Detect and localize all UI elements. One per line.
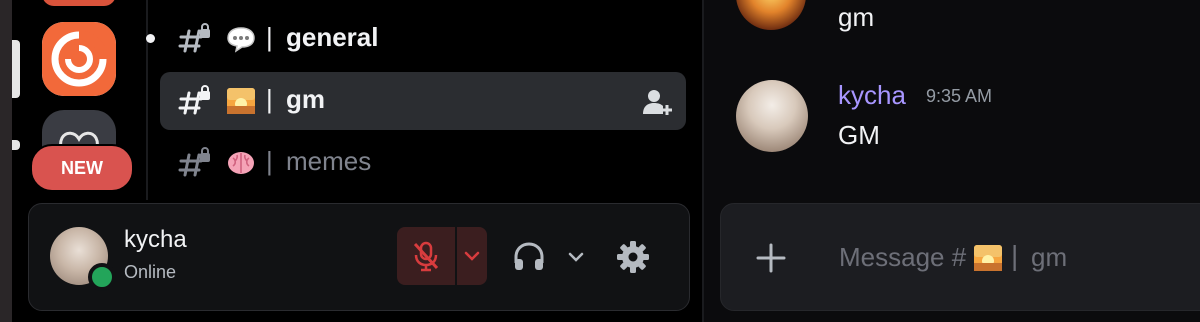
message-timestamp: 9:35 AM: [926, 86, 993, 106]
online-status-indicator: [88, 263, 116, 291]
placeholder-separator: |: [1011, 240, 1019, 271]
channel-gm[interactable]: | gm: [160, 72, 686, 130]
window-edge: [0, 0, 12, 322]
chevron-down-icon: [568, 252, 584, 262]
locked-text-channel-icon: [178, 147, 210, 177]
selected-server-indicator: [12, 40, 20, 98]
microphone-muted-icon: [413, 241, 439, 272]
invite-member-icon[interactable]: [642, 88, 672, 116]
channel-name: memes: [286, 146, 372, 176]
unread-server-indicator: [12, 140, 20, 150]
brain-icon: [228, 152, 254, 174]
new-badge: NEW: [30, 144, 134, 192]
headphones-icon: [514, 242, 544, 270]
previous-message-text: gm: [838, 2, 875, 32]
microphone-control-group: [397, 227, 487, 285]
speech-bubble-icon: [227, 27, 255, 53]
gear-icon: [617, 241, 649, 273]
message-composer[interactable]: Message # | gm: [720, 203, 1200, 311]
deafen-button[interactable]: [509, 239, 549, 275]
message-input-placeholder[interactable]: Message #: [839, 242, 966, 273]
channel-name: general: [286, 22, 379, 52]
message-author-avatar[interactable]: [736, 80, 808, 152]
mute-microphone-button[interactable]: [397, 227, 455, 285]
channel-separator: |: [266, 146, 273, 176]
message-text: GM: [838, 120, 880, 150]
user-panel: kycha Online: [28, 203, 690, 311]
sunrise-icon: [974, 245, 1002, 271]
orange-swirl-icon: [42, 22, 116, 96]
microphone-options-button[interactable]: [457, 227, 487, 285]
sunrise-icon: [227, 88, 255, 114]
locked-text-channel-icon: [178, 85, 210, 115]
user-settings-button[interactable]: [613, 238, 653, 276]
audio-options-button[interactable]: [563, 244, 589, 270]
channel-unread-indicator: [146, 34, 155, 43]
rail-divider: [146, 0, 148, 200]
placeholder-channel-name: gm: [1031, 242, 1068, 272]
channel-general[interactable]: | general: [160, 10, 686, 68]
message-author[interactable]: kycha: [838, 80, 906, 111]
channel-name: gm: [286, 84, 325, 114]
chevron-down-icon: [464, 251, 480, 261]
attach-button[interactable]: [751, 238, 791, 278]
server-icon-top[interactable]: [42, 0, 116, 6]
channel-separator: |: [266, 84, 273, 114]
channel-memes[interactable]: | memes: [160, 134, 686, 192]
username[interactable]: kycha: [124, 226, 187, 254]
channel-separator: |: [266, 22, 273, 52]
user-status-text: Online: [124, 262, 177, 282]
server-icon-orange-swirl[interactable]: [42, 22, 116, 96]
plus-icon: [756, 243, 786, 273]
locked-text-channel-icon: [178, 23, 210, 53]
